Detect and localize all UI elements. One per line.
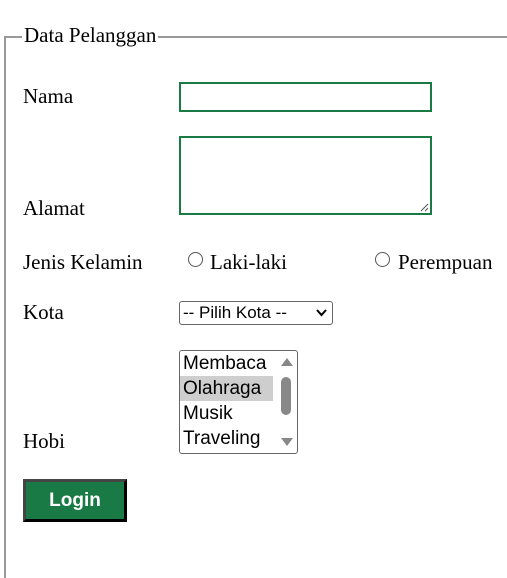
hobi-listbox[interactable]: Membaca Olahraga Musik Traveling — [179, 350, 298, 454]
hobi-label: Hobi — [23, 429, 65, 453]
kota-select[interactable]: -- Pilih Kota -- — [179, 301, 333, 325]
laki-laki-label: Laki-laki — [210, 250, 287, 274]
chevron-down-icon — [316, 309, 327, 317]
scrollbar-thumb[interactable] — [281, 377, 291, 415]
perempuan-label: Perempuan — [398, 250, 493, 274]
scrollbar[interactable] — [277, 351, 297, 453]
resize-handle-icon[interactable] — [419, 202, 429, 212]
hobi-option[interactable]: Musik — [180, 401, 273, 426]
nama-input[interactable] — [179, 82, 432, 112]
jenis-kelamin-label: Jenis Kelamin — [23, 250, 143, 274]
kota-selected: -- Pilih Kota -- — [183, 303, 287, 322]
login-button[interactable]: Login — [23, 479, 127, 522]
nama-label: Nama — [23, 84, 74, 108]
alamat-textarea[interactable] — [179, 136, 432, 215]
legend: Data Pelanggan — [22, 23, 159, 48]
radio-perempuan[interactable] — [375, 252, 390, 267]
scroll-down-icon[interactable] — [280, 437, 294, 447]
hobi-option[interactable]: Traveling — [180, 426, 273, 451]
hobi-option-selected[interactable]: Olahraga — [180, 376, 273, 401]
kota-label: Kota — [23, 300, 64, 324]
radio-laki-laki[interactable] — [188, 252, 203, 267]
alamat-label: Alamat — [23, 196, 85, 220]
scroll-up-icon[interactable] — [280, 357, 294, 367]
hobi-option[interactable]: Membaca — [180, 351, 273, 376]
